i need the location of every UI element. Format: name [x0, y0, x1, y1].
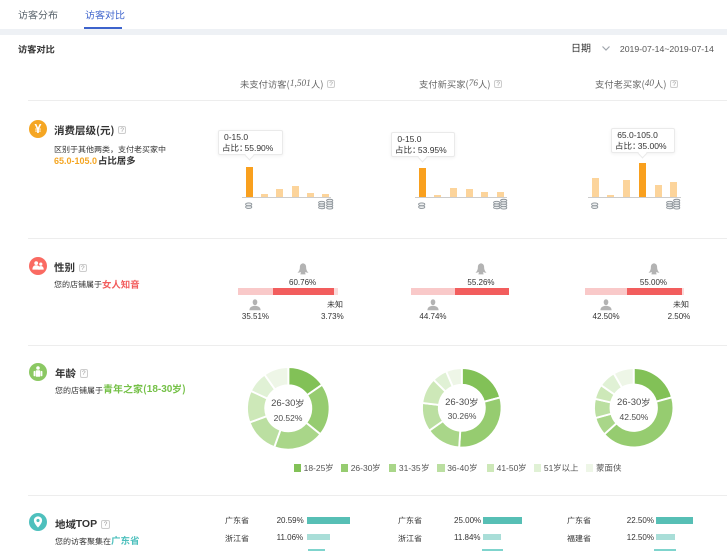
svg-text:¥: ¥: [34, 122, 41, 136]
